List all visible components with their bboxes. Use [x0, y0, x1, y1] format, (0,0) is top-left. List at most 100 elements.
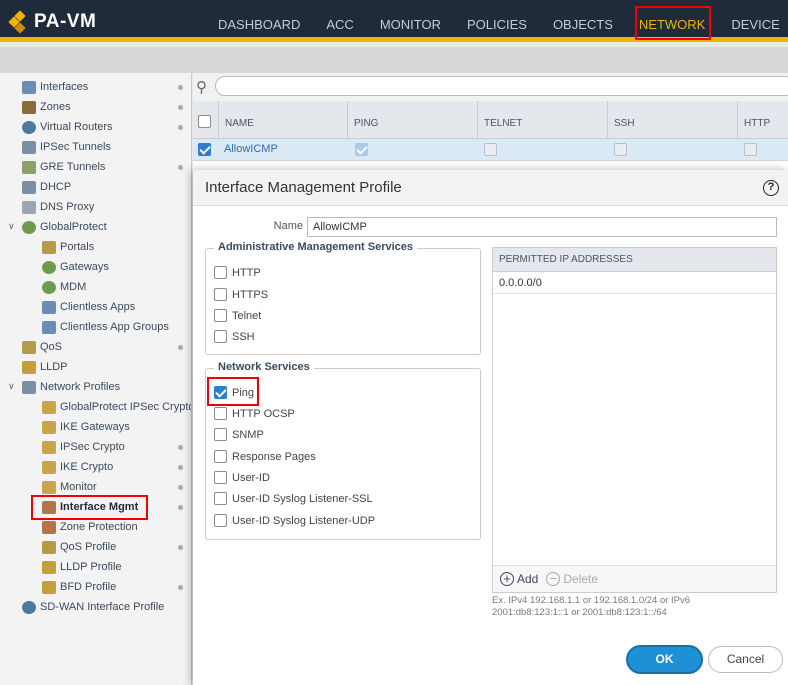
cancel-button[interactable]: Cancel: [708, 646, 783, 673]
status-dot: [178, 445, 183, 450]
https-option[interactable]: HTTPS: [214, 288, 268, 301]
response-pages-checkbox[interactable]: [214, 450, 227, 463]
name-label: Name: [273, 220, 303, 232]
user-id-syslog-ssl-option[interactable]: User-ID Syslog Listener-SSL: [214, 492, 373, 505]
sidebar-item-ipsec-crypto[interactable]: IPSec Crypto: [42, 437, 125, 457]
status-dot: [178, 165, 183, 170]
sidebar-item-dhcp[interactable]: DHCP: [22, 177, 71, 197]
status-dot: [178, 585, 183, 590]
delete-button[interactable]: − Delete: [546, 572, 598, 586]
snmp-option[interactable]: SNMP: [214, 428, 264, 441]
lock-icon: [42, 420, 56, 434]
row-ssh-checkbox: [614, 143, 627, 156]
clientless-app-groups-icon: [42, 320, 56, 334]
mdm-icon: [42, 280, 56, 294]
add-button[interactable]: + Add: [500, 572, 538, 586]
nav-objects[interactable]: OBJECTS: [540, 0, 626, 42]
sidebar-item-ipsec-tunnels[interactable]: IPSec Tunnels: [22, 137, 111, 157]
sidebar-item-virtual-routers[interactable]: Virtual Routers: [22, 117, 113, 137]
search-input[interactable]: [215, 76, 788, 96]
dialog-header: Interface Management Profile ?: [193, 170, 788, 206]
telnet-checkbox[interactable]: [214, 309, 227, 322]
admin-services-legend: Administrative Management Services: [214, 241, 418, 253]
qos-profile-icon: [42, 540, 56, 554]
sidebar-item-qos-profile[interactable]: QoS Profile: [42, 537, 116, 557]
ping-highlight: [207, 377, 259, 406]
sidebar-item-gateways[interactable]: Gateways: [42, 257, 109, 277]
permitted-ip-row[interactable]: 0.0.0.0/0: [493, 272, 776, 294]
column-http[interactable]: HTTP: [737, 101, 788, 139]
http-ocsp-checkbox[interactable]: [214, 407, 227, 420]
permitted-ip-panel: PERMITTED IP ADDRESSES 0.0.0.0/0 + Add − D…: [492, 247, 777, 593]
status-dot: [178, 505, 183, 510]
sidebar-item-globalprotect-ipsec-crypto[interactable]: GlobalProtect IPSec Crypto: [42, 397, 191, 417]
sidebar-item-ike-gateways[interactable]: IKE Gateways: [42, 417, 130, 437]
user-id-syslog-udp-checkbox[interactable]: [214, 514, 227, 527]
column-ping[interactable]: PING: [347, 101, 477, 139]
sidebar-item-interfaces[interactable]: Interfaces: [22, 77, 88, 97]
status-dot: [178, 125, 183, 130]
ssh-checkbox[interactable]: [214, 330, 227, 343]
chevron-down-icon[interactable]: ∨: [8, 381, 15, 392]
select-all-checkbox[interactable]: [198, 115, 211, 129]
column-telnet[interactable]: TELNET: [477, 101, 607, 139]
sidebar-item-zone-protection[interactable]: Zone Protection: [42, 517, 138, 537]
ok-button[interactable]: OK: [626, 645, 703, 674]
interface-management-profile-dialog: Interface Management Profile ? Name Admi…: [193, 170, 788, 685]
name-field[interactable]: [307, 217, 777, 237]
sidebar-item-bfd-profile[interactable]: BFD Profile: [42, 577, 116, 597]
sidebar-item-lldp-profile[interactable]: LLDP Profile: [42, 557, 122, 577]
nav-device[interactable]: DEVICE: [718, 0, 788, 42]
sidebar-item-sdwan-interface-profile[interactable]: SD-WAN Interface Profile: [22, 597, 164, 617]
sidebar-item-zones[interactable]: Zones: [22, 97, 71, 117]
nav-acc[interactable]: ACC: [313, 0, 366, 42]
nav-dashboard[interactable]: DASHBOARD: [205, 0, 313, 42]
plus-icon: +: [500, 572, 514, 586]
sidebar-item-portals[interactable]: Portals: [42, 237, 94, 257]
user-id-option[interactable]: User-ID: [214, 471, 270, 484]
row-http-checkbox: [744, 143, 757, 156]
search-bar: ⚲: [193, 73, 788, 101]
interface-mgmt-highlight: [31, 495, 148, 520]
logo-text: PA-VM: [34, 11, 97, 32]
user-id-syslog-udp-option[interactable]: User-ID Syslog Listener-UDP: [214, 514, 375, 527]
gre-tunnel-icon: [22, 160, 36, 174]
zones-icon: [22, 100, 36, 114]
telnet-option[interactable]: Telnet: [214, 309, 261, 322]
sidebar-item-clientless-apps[interactable]: Clientless Apps: [42, 297, 135, 317]
sidebar-item-monitor[interactable]: Monitor: [42, 477, 97, 497]
sdwan-icon: [22, 600, 36, 614]
column-ssh[interactable]: SSH: [607, 101, 737, 139]
row-name-link[interactable]: AllowICMP: [224, 143, 278, 155]
sidebar-item-mdm[interactable]: MDM: [42, 277, 86, 297]
sidebar-item-gre-tunnels[interactable]: GRE Tunnels: [22, 157, 105, 177]
http-checkbox[interactable]: [214, 266, 227, 279]
sidebar-item-lldp[interactable]: LLDP: [22, 357, 68, 377]
status-dot: [178, 105, 183, 110]
http-ocsp-option[interactable]: HTTP OCSP: [214, 407, 295, 420]
sidebar-item-ike-crypto[interactable]: IKE Crypto: [42, 457, 113, 477]
sidebar-item-network-profiles[interactable]: ∨ Network Profiles: [8, 377, 120, 397]
column-name[interactable]: NAME: [218, 101, 347, 139]
chevron-down-icon[interactable]: ∨: [8, 221, 15, 232]
nav-monitor[interactable]: MONITOR: [367, 0, 454, 42]
sidebar-item-qos[interactable]: QoS: [22, 337, 62, 357]
permitted-ip-toolbar: + Add − Delete: [493, 565, 776, 592]
https-checkbox[interactable]: [214, 288, 227, 301]
user-id-syslog-ssl-checkbox[interactable]: [214, 492, 227, 505]
row-select-checkbox[interactable]: [198, 143, 211, 156]
help-icon[interactable]: ?: [763, 180, 779, 196]
permitted-ip-header: PERMITTED IP ADDRESSES: [493, 248, 776, 272]
nav-policies[interactable]: POLICIES: [454, 0, 540, 42]
http-option[interactable]: HTTP: [214, 266, 261, 279]
snmp-checkbox[interactable]: [214, 428, 227, 441]
ssh-option[interactable]: SSH: [214, 330, 255, 343]
table-row[interactable]: AllowICMP: [193, 139, 788, 161]
sidebar-item-globalprotect[interactable]: ∨ GlobalProtect: [8, 217, 107, 237]
sidebar-item-dns-proxy[interactable]: DNS Proxy: [22, 197, 94, 217]
response-pages-option[interactable]: Response Pages: [214, 450, 316, 463]
status-dot: [178, 85, 183, 90]
sidebar-item-clientless-app-groups[interactable]: Clientless App Groups: [42, 317, 169, 337]
user-id-checkbox[interactable]: [214, 471, 227, 484]
ip-format-hint: Ex. IPv4 192.168.1.1 or 192.168.1.0/24 o…: [492, 595, 691, 618]
